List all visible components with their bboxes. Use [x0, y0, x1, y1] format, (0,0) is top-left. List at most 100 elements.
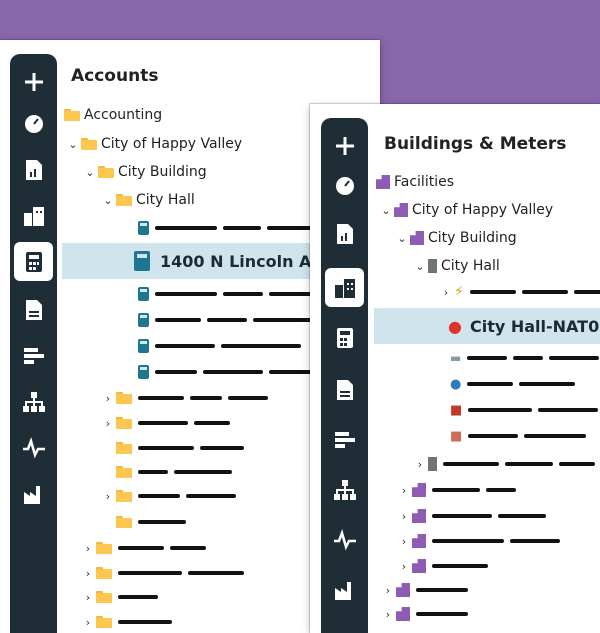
tree-item-building[interactable]: ›: [398, 529, 560, 553]
chevron-right-icon[interactable]: ›: [398, 535, 410, 548]
building-icon: [394, 203, 408, 217]
tree-item-folder[interactable]: ›: [82, 536, 206, 560]
tree-item-account[interactable]: [138, 308, 323, 332]
tree-item-city-building[interactable]: ⌄ City Building: [396, 226, 517, 250]
tree-item-building[interactable]: ›: [398, 554, 488, 578]
chevron-right-icon[interactable]: ›: [102, 490, 114, 503]
folder-icon: [116, 490, 132, 502]
tree-item-meter[interactable]: ●: [450, 372, 576, 396]
tree-item-meter[interactable]: ▬: [450, 346, 600, 370]
tree-item-city-hall[interactable]: ⌄ City Hall: [102, 188, 195, 212]
tree-item-folder[interactable]: [116, 460, 232, 484]
chevron-down-icon[interactable]: ⌄: [380, 204, 392, 217]
tree-item-account[interactable]: [138, 334, 301, 358]
tree-item-label: Facilities: [394, 174, 454, 190]
folder-icon: [116, 194, 132, 206]
chevron-down-icon[interactable]: ⌄: [396, 232, 408, 245]
tree-item-folder[interactable]: ›: [82, 561, 244, 585]
hierarchy-icon[interactable]: [14, 382, 53, 421]
tree-item-building[interactable]: ›: [382, 602, 468, 626]
report-icon[interactable]: [325, 214, 364, 253]
tree-item-folder[interactable]: ›: [102, 411, 230, 435]
tree-item-building[interactable]: ›: [398, 504, 546, 528]
tree-item-account[interactable]: [138, 360, 325, 384]
tree-item-meter[interactable]: ■: [450, 424, 587, 448]
chevron-right-icon[interactable]: ›: [398, 510, 410, 523]
chevron-right-icon[interactable]: ›: [398, 484, 410, 497]
plus-icon[interactable]: [14, 62, 53, 101]
tree-item-account[interactable]: [138, 282, 325, 306]
tree-item-city-of-happy-valley[interactable]: ⌄ City of Happy Valley: [67, 132, 242, 156]
building-icon: [396, 583, 410, 597]
tree-item-folder[interactable]: ›: [82, 610, 172, 633]
tree-item-facilities[interactable]: Facilities: [376, 170, 454, 194]
tree-item-city-of-happy-valley[interactable]: ⌄ City of Happy Valley: [380, 198, 553, 222]
factory-icon[interactable]: [325, 570, 364, 609]
calculator-icon[interactable]: [325, 318, 364, 357]
tree-item-meter[interactable]: ■: [450, 398, 599, 422]
dashboard-icon[interactable]: [325, 166, 364, 205]
building-icon: [428, 259, 437, 273]
tree-item-label: City Building: [428, 230, 517, 246]
factory-icon[interactable]: [14, 474, 53, 513]
tree-item-building[interactable]: ›: [414, 452, 595, 476]
chevron-right-icon[interactable]: ›: [382, 608, 394, 621]
dashboard-icon[interactable]: [14, 104, 53, 143]
tree-item-folder[interactable]: [116, 436, 244, 460]
tree-item-label: City Hall-NAT0: [469, 316, 600, 336]
report-icon[interactable]: [14, 150, 53, 189]
chevron-down-icon[interactable]: ⌄: [102, 194, 114, 207]
bill-icon[interactable]: [14, 290, 53, 329]
pulse-icon[interactable]: [14, 428, 53, 467]
tree-item-label: City of Happy Valley: [101, 136, 243, 152]
tree-item-building[interactable]: ›: [382, 578, 468, 602]
tree-item-folder[interactable]: [116, 510, 186, 534]
chevron-right-icon[interactable]: ›: [102, 392, 114, 405]
tree-item-folder[interactable]: ›: [102, 484, 236, 508]
hierarchy-icon[interactable]: [325, 470, 364, 509]
chevron-right-icon[interactable]: ›: [382, 584, 394, 597]
tree-item-selected[interactable]: ● City Hall-NAT0: [374, 308, 600, 344]
tree-item-folder[interactable]: ›: [102, 386, 268, 410]
tree-item-building[interactable]: ›: [398, 478, 516, 502]
tree-item-folder[interactable]: ›: [82, 585, 158, 609]
chevron-down-icon[interactable]: ⌄: [84, 166, 96, 179]
buildings-icon[interactable]: [325, 268, 364, 307]
tree-item-city-building[interactable]: ⌄ City Building: [84, 160, 206, 184]
tree-item-accounting[interactable]: Accounting: [64, 103, 162, 127]
chevron-right-icon[interactable]: ›: [82, 542, 94, 555]
chevron-right-icon[interactable]: ›: [82, 616, 94, 629]
redacted-text: [155, 344, 301, 348]
calculator-icon[interactable]: [14, 242, 53, 281]
plus-icon[interactable]: [325, 126, 364, 165]
chevron-right-icon[interactable]: ›: [82, 567, 94, 580]
folder-icon: [116, 442, 132, 454]
bars-icon[interactable]: [14, 336, 53, 375]
tree-item-label: City of Happy Valley: [412, 202, 554, 218]
tree-item-label: City Hall: [136, 192, 195, 208]
redacted-text: [138, 421, 230, 425]
bill-icon[interactable]: [325, 370, 364, 409]
bars-icon[interactable]: [325, 420, 364, 459]
folder-icon: [96, 591, 112, 603]
buildings-title: Buildings & Meters: [384, 134, 567, 154]
tree-item-account[interactable]: [138, 216, 313, 240]
chevron-right-icon[interactable]: ›: [414, 458, 426, 471]
pulse-icon[interactable]: [325, 520, 364, 559]
lightning-icon: ⚡: [454, 284, 464, 300]
tree-item-city-hall[interactable]: ⌄ City Hall: [414, 254, 500, 278]
calculator-icon: [138, 365, 149, 379]
water-drop-icon: ●: [450, 376, 462, 392]
tree-item-label: Accounting: [84, 107, 163, 123]
buildings-icon[interactable]: [14, 196, 53, 235]
chevron-right-icon[interactable]: ›: [82, 591, 94, 604]
redacted-text: [432, 564, 488, 568]
tree-item-label: City Hall: [441, 258, 500, 274]
vehicle-icon: ■: [450, 428, 463, 444]
chevron-down-icon[interactable]: ⌄: [67, 138, 79, 151]
chevron-right-icon[interactable]: ›: [440, 286, 452, 299]
chevron-right-icon[interactable]: ›: [102, 417, 114, 430]
chevron-right-icon[interactable]: ›: [398, 560, 410, 573]
tree-item-electric-meter[interactable]: › ⚡: [440, 280, 600, 304]
chevron-down-icon[interactable]: ⌄: [414, 260, 426, 273]
